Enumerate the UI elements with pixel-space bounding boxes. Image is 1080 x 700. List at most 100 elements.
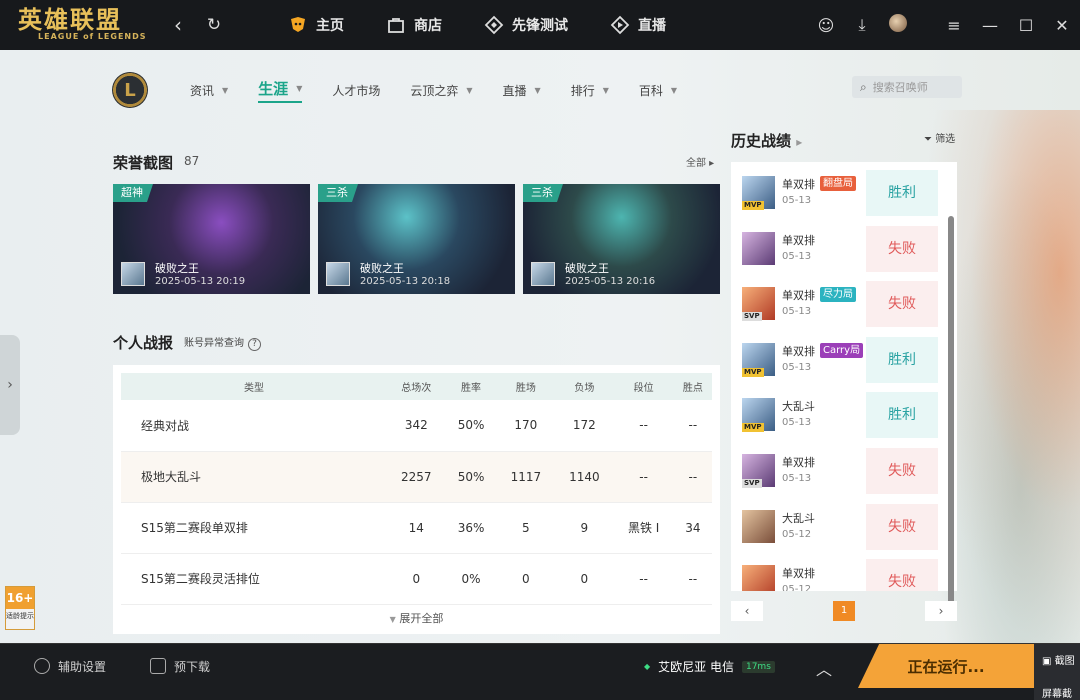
chevron-down-icon: ▼ (389, 615, 396, 624)
honor-shot[interactable]: 三杀 破败之王 2025-05-13 20:16 (523, 184, 720, 294)
champion-avatar (742, 509, 775, 543)
honor-shot[interactable]: 超神 破败之王 2025-05-13 20:19 (113, 184, 310, 294)
home-fox-icon (291, 17, 305, 32)
match-row[interactable]: MVP 单双排 Carry局 05-13 胜利 (731, 329, 957, 385)
match-result: 失败 (866, 447, 938, 494)
table-row: 经典对战 342 50% 170 172 -- -- (121, 400, 712, 452)
match-history-list: MVP 单双排 翻盘局 05-13 胜利 单双排 05-13 失败 SVP 单双… (731, 162, 957, 591)
table-header: 类型 总场次 胜率 胜场 负场 段位 胜点 (121, 373, 712, 400)
match-result: 失败 (866, 503, 938, 550)
champion-avatar (326, 262, 350, 286)
champion-avatar (742, 231, 775, 265)
table-row: S15第二赛段灵活排位 0 0% 0 0 -- -- (121, 553, 712, 605)
match-result: 失败 (866, 281, 938, 328)
game-running-button[interactable]: 正在运行... (858, 644, 1034, 688)
champion-avatar (121, 262, 145, 286)
match-row[interactable]: MVP 大乱斗 05-13 胜利 (731, 384, 957, 440)
history-filter-button[interactable]: ⏷ 筛选 (924, 130, 955, 145)
live-stream-icon (610, 15, 630, 35)
match-row[interactable]: SVP 单双排 05-13 失败 (731, 440, 957, 496)
match-tag: 翻盘局 (820, 176, 856, 191)
subnav-tft[interactable]: 云顶之弈 ▼ (410, 82, 472, 99)
summoner-search-input[interactable]: ⌕ 搜索召唤师 (852, 76, 962, 98)
window-controls: ☺ ⤓ ≡ — ☐ ✕ (808, 0, 1080, 50)
match-result: 胜利 (866, 336, 938, 383)
expand-all-button[interactable]: ▼ 展开全部 (113, 610, 720, 626)
honor-tag: 三杀 (523, 184, 563, 202)
prev-page-button[interactable]: ‹ (731, 601, 763, 621)
top-nav: 主页 商店 先锋测试 直播 (288, 15, 708, 35)
maximize-icon[interactable]: ☐ (1008, 16, 1044, 35)
history-pager: ‹ 1 › (731, 600, 957, 622)
history-scrollbar[interactable] (948, 216, 954, 614)
download-box-icon (150, 658, 166, 674)
sub-nav: L 资讯 ▼ 生涯 ▼ 人才市场 云顶之弈 ▼ 直播 ▼ 排行 ▼ 百科 ▼ ⌕ 搜索召唤师 (112, 70, 962, 110)
smile-box-icon[interactable]: ☺ (808, 16, 844, 35)
subnav-wiki[interactable]: 百科 ▼ (639, 82, 677, 99)
refresh-icon[interactable]: ↻ (196, 15, 232, 35)
honor-all-link[interactable]: 全部 ▸ (686, 154, 714, 169)
ping-badge: 17ms (741, 660, 775, 673)
match-result: 失败 (866, 559, 938, 591)
predownload-button[interactable]: 预下载 (150, 644, 210, 688)
assist-settings-button[interactable]: 辅助设置 (34, 644, 106, 688)
subnav-ranking[interactable]: 排行 ▼ (571, 82, 609, 99)
match-result: 胜利 (866, 392, 938, 439)
next-page-button[interactable]: › (925, 601, 957, 621)
help-icon: ? (248, 338, 261, 351)
table-row: S15第二赛段单双排 14 36% 5 9 黑铁 I 34 (121, 502, 712, 554)
honor-tag: 超神 (113, 184, 153, 202)
filter-icon: ⏷ (924, 134, 932, 145)
page-number[interactable]: 1 (833, 601, 855, 621)
game-logo: 英雄联盟 LEAGUE of LEGENDS (18, 6, 147, 41)
honor-tag: 三杀 (318, 184, 358, 202)
match-row[interactable]: 单双排 05-13 失败 (731, 218, 957, 274)
expand-sidebar-arrow-icon[interactable]: › (0, 335, 20, 435)
status-dot-icon: ◆ (644, 662, 651, 671)
shop-bag-icon (388, 18, 404, 33)
top-nav-live[interactable]: 直播 (610, 15, 666, 35)
search-icon: ⌕ (860, 79, 867, 94)
match-row[interactable]: MVP 单双排 翻盘局 05-13 胜利 (731, 162, 957, 218)
subnav-talent-market[interactable]: 人才市场 (332, 82, 380, 99)
user-avatar[interactable] (880, 14, 916, 36)
match-row[interactable]: 大乱斗 05-12 失败 (731, 496, 957, 552)
menu-icon[interactable]: ≡ (936, 16, 972, 35)
match-row[interactable]: SVP 单双排 尽力局 05-13 失败 (731, 273, 957, 329)
match-tag: 尽力局 (820, 287, 856, 303)
report-table: 类型 总场次 胜率 胜场 负场 段位 胜点 经典对战 342 50% 170 172 -- -- … (113, 365, 720, 634)
champion-avatar (531, 262, 555, 286)
champion-avatar (742, 565, 775, 591)
minimize-icon[interactable]: — (972, 16, 1008, 35)
report-title: 个人战报 (113, 334, 174, 352)
honor-count: 87 (184, 154, 200, 168)
back-arrow-icon[interactable]: ‹ (160, 13, 196, 37)
top-nav-home[interactable]: 主页 (288, 15, 344, 35)
hexagon-settings-icon (34, 658, 50, 674)
age-rating-badge: 16+ 适龄提示 (5, 586, 35, 630)
match-result: 胜利 (866, 170, 938, 216)
close-icon[interactable]: ✕ (1044, 16, 1080, 35)
bottom-bar: 辅助设置 预下载 ◆ 艾欧尼亚 电信 17ms ︿ 正在运行... ▣ 截图 屏… (0, 643, 1080, 700)
server-selector[interactable]: ◆ 艾欧尼亚 电信 17ms (644, 658, 775, 675)
screenshot-button[interactable]: ▣ 截图 屏幕截 (1034, 644, 1080, 700)
subnav-live[interactable]: 直播 ▼ (503, 82, 541, 99)
honor-shot[interactable]: 三杀 破败之王 2025-05-13 20:18 (318, 184, 515, 294)
main-content: › L 资讯 ▼ 生涯 ▼ 人才市场 云顶之弈 ▼ 直播 ▼ 排行 ▼ 百科 ▼ ⌕ 搜索召… (0, 50, 1080, 643)
top-nav-shop[interactable]: 商店 (386, 15, 442, 35)
screenshot-icon: ▣ (1042, 656, 1052, 667)
title-bar: 英雄联盟 LEAGUE of LEGENDS ‹ ↻ 主页 商店 先锋测试 直播… (0, 0, 1080, 50)
chevron-up-icon[interactable]: ︿ (816, 656, 832, 680)
history-title[interactable]: 历史战绩 ▸ (731, 130, 802, 151)
abnormal-query-link[interactable]: 账号异常查询? (184, 334, 261, 351)
lol-logo[interactable]: L (112, 72, 148, 108)
table-row: 极地大乱斗 2257 50% 1117 1140 -- -- (121, 451, 712, 503)
download-icon[interactable]: ⤓ (844, 15, 880, 35)
top-nav-pioneer[interactable]: 先锋测试 (484, 15, 568, 35)
pioneer-test-icon (484, 15, 504, 35)
honor-title: 荣誉截图 (113, 154, 174, 172)
match-tag: Carry局 (820, 342, 864, 358)
match-row[interactable]: 单双排 05-12 失败 (731, 551, 957, 591)
subnav-career[interactable]: 生涯 ▼ (258, 78, 303, 103)
subnav-news[interactable]: 资讯 ▼ (190, 82, 228, 99)
